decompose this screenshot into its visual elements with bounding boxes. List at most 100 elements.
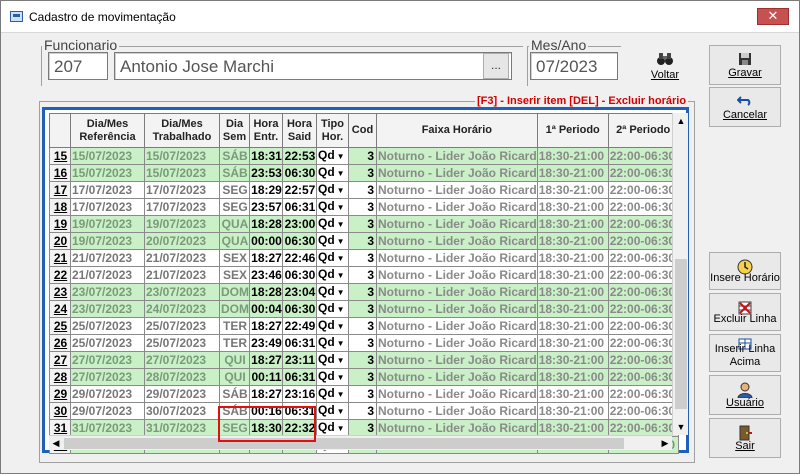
- exit-time-cell[interactable]: 23:00: [282, 215, 317, 233]
- period2-cell[interactable]: 22:00-06:30: [607, 215, 679, 233]
- hour-type-cell[interactable]: Qd▼: [316, 266, 349, 284]
- worked-date-cell[interactable]: 17/07/2023: [144, 198, 220, 216]
- exit-time-cell[interactable]: 06:31: [282, 198, 317, 216]
- funcionario-lookup-button[interactable]: ...: [483, 53, 509, 79]
- worked-date-cell[interactable]: 25/07/2023: [144, 317, 220, 335]
- scroll-down-icon[interactable]: ▼: [673, 419, 689, 435]
- worked-date-cell[interactable]: 21/07/2023: [144, 249, 220, 267]
- dropdown-arrow-icon[interactable]: ▼: [337, 370, 345, 385]
- period2-cell[interactable]: 22:00-06:30: [607, 402, 679, 420]
- period1-cell[interactable]: 18:30-21:00: [536, 232, 609, 250]
- period2-cell[interactable]: 22:00-06:30: [607, 147, 679, 165]
- hour-type-cell[interactable]: Qd▼: [316, 181, 349, 199]
- ref-date-cell[interactable]: 17/07/2023: [70, 181, 145, 199]
- period2-cell[interactable]: 22:00-06:30: [607, 198, 679, 216]
- table-row[interactable]: 17 17/07/2023 17/07/2023 SEG 18:29 22:57 Qd ▼ 3 N…: [49, 181, 679, 199]
- exit-time-cell[interactable]: 23:11: [282, 351, 317, 369]
- entry-time-cell[interactable]: 18:27: [249, 317, 283, 335]
- ref-date-cell[interactable]: 23/07/2023: [70, 300, 145, 318]
- period2-cell[interactable]: 22:00-06:30: [607, 249, 679, 267]
- exit-time-cell[interactable]: 06:30: [282, 164, 317, 182]
- header-sem[interactable]: Dia Sem: [219, 113, 250, 148]
- period1-cell[interactable]: 18:30-21:00: [536, 283, 609, 301]
- scroll-right-icon[interactable]: ▶: [658, 436, 672, 451]
- row-number-cell[interactable]: 19: [49, 215, 71, 233]
- header-p2[interactable]: 2ª Periodo: [607, 113, 679, 148]
- entry-time-cell[interactable]: 23:49: [249, 334, 283, 352]
- ref-date-cell[interactable]: 15/07/2023: [70, 164, 145, 182]
- entry-time-cell[interactable]: 23:53: [249, 164, 283, 182]
- code-cell[interactable]: 3: [348, 198, 377, 216]
- dropdown-arrow-icon[interactable]: ▼: [337, 353, 345, 368]
- period1-cell[interactable]: 18:30-21:00: [536, 385, 609, 403]
- weekday-cell[interactable]: SÁB: [219, 385, 250, 403]
- schedule-range-cell[interactable]: Noturno - Lider João Ricard: [376, 147, 538, 165]
- weekday-cell[interactable]: SÁB: [219, 147, 250, 165]
- weekday-cell[interactable]: QUA: [219, 232, 250, 250]
- weekday-cell[interactable]: TER: [219, 317, 250, 335]
- hour-type-cell[interactable]: Qd▼: [316, 300, 349, 318]
- weekday-cell[interactable]: SEX: [219, 249, 250, 267]
- entry-time-cell[interactable]: 00:00: [249, 232, 283, 250]
- ref-date-cell[interactable]: 25/07/2023: [70, 317, 145, 335]
- hour-type-cell[interactable]: Qd▼: [316, 317, 349, 335]
- dropdown-arrow-icon[interactable]: ▼: [337, 217, 345, 232]
- code-cell[interactable]: 3: [348, 300, 377, 318]
- code-cell[interactable]: 3: [348, 232, 377, 250]
- header-entr[interactable]: Hora Entr.: [249, 113, 283, 148]
- table-row[interactable]: 23 23/07/2023 23/07/2023 DOM 18:28 23:04 Qd ▼ 3 N…: [49, 283, 679, 301]
- header-said[interactable]: Hora Said: [282, 113, 317, 148]
- exit-time-cell[interactable]: 22:53: [282, 147, 317, 165]
- ref-date-cell[interactable]: 25/07/2023: [70, 334, 145, 352]
- row-number-cell[interactable]: 23: [49, 283, 71, 301]
- row-number-cell[interactable]: 28: [49, 368, 71, 386]
- excluir-linha-button[interactable]: Excluir Linha: [709, 293, 781, 331]
- worked-date-cell[interactable]: 23/07/2023: [144, 283, 220, 301]
- dropdown-arrow-icon[interactable]: ▼: [337, 200, 345, 215]
- funcionario-code-field[interactable]: 207: [48, 52, 108, 80]
- code-cell[interactable]: 3: [348, 402, 377, 420]
- period1-cell[interactable]: 18:30-21:00: [536, 164, 609, 182]
- code-cell[interactable]: 3: [348, 164, 377, 182]
- usuario-button[interactable]: Usuário: [709, 375, 781, 415]
- row-number-cell[interactable]: 26: [49, 334, 71, 352]
- worked-date-cell[interactable]: 20/07/2023: [144, 232, 220, 250]
- weekday-cell[interactable]: QUI: [219, 351, 250, 369]
- table-row[interactable]: 21 21/07/2023 21/07/2023 SEX 18:27 22:46 Qd ▼ 3 N…: [49, 249, 679, 267]
- horizontal-scroll-thumb[interactable]: [64, 438, 624, 449]
- weekday-cell[interactable]: SEX: [219, 266, 250, 284]
- worked-date-cell[interactable]: 29/07/2023: [144, 385, 220, 403]
- weekday-cell[interactable]: DOM: [219, 283, 250, 301]
- row-number-cell[interactable]: 31: [49, 419, 71, 437]
- period1-cell[interactable]: 18:30-21:00: [536, 198, 609, 216]
- schedule-range-cell[interactable]: Noturno - Lider João Ricard: [376, 334, 538, 352]
- hour-type-cell[interactable]: Qd▼: [316, 368, 349, 386]
- dropdown-arrow-icon[interactable]: ▼: [337, 251, 345, 266]
- code-cell[interactable]: 3: [348, 351, 377, 369]
- ref-date-cell[interactable]: 15/07/2023: [70, 147, 145, 165]
- insere-horario-button[interactable]: Insere Horário: [709, 252, 781, 290]
- ref-date-cell[interactable]: 27/07/2023: [70, 351, 145, 369]
- dropdown-arrow-icon[interactable]: ▼: [337, 183, 345, 198]
- worked-date-cell[interactable]: 27/07/2023: [144, 351, 220, 369]
- table-row[interactable]: 24 23/07/2023 24/07/2023 DOM 00:04 06:30 Qd ▼ 3 N…: [49, 300, 679, 318]
- dropdown-arrow-icon[interactable]: ▼: [337, 319, 345, 334]
- period2-cell[interactable]: 22:00-06:30: [607, 232, 679, 250]
- row-number-cell[interactable]: 25: [49, 317, 71, 335]
- inserir-linha-acima-button[interactable]: Inserir Linha Acima: [709, 334, 781, 372]
- table-row[interactable]: 20 19/07/2023 20/07/2023 QUA 00:00 06:30 Qd ▼ 3 N…: [49, 232, 679, 250]
- period2-cell[interactable]: 22:00-06:30: [607, 317, 679, 335]
- code-cell[interactable]: 3: [348, 419, 377, 437]
- period1-cell[interactable]: 18:30-21:00: [536, 181, 609, 199]
- close-button[interactable]: ✕: [757, 8, 789, 25]
- scroll-left-icon[interactable]: ◀: [49, 436, 63, 451]
- vertical-scroll-thumb[interactable]: [675, 259, 687, 409]
- ref-date-cell[interactable]: 19/07/2023: [70, 232, 145, 250]
- ref-date-cell[interactable]: 29/07/2023: [70, 385, 145, 403]
- worked-date-cell[interactable]: 24/07/2023: [144, 300, 220, 318]
- weekday-cell[interactable]: QUI: [219, 368, 250, 386]
- hour-type-cell[interactable]: Qd▼: [316, 351, 349, 369]
- weekday-cell[interactable]: SEG: [219, 198, 250, 216]
- period1-cell[interactable]: 18:30-21:00: [536, 334, 609, 352]
- schedule-range-cell[interactable]: Noturno - Lider João Ricard: [376, 402, 538, 420]
